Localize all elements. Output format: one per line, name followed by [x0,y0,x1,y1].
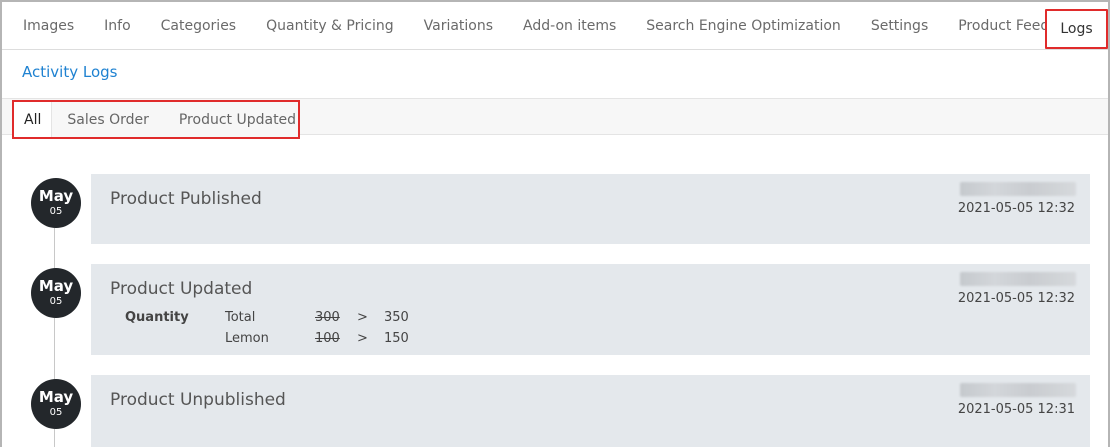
date-month: May [38,388,74,406]
date-badge: May 05 [31,178,81,228]
tab-add-on-items[interactable]: Add-on items [508,2,631,49]
date-month: May [38,277,74,295]
redacted-user-name [960,182,1076,196]
tab-logs[interactable]: Logs [1045,9,1108,49]
change-arrow: > [357,331,368,346]
change-old-value: 100 [315,331,340,346]
tab-variations[interactable]: Variations [409,2,508,49]
redacted-user-name [960,272,1076,286]
date-day: 05 [49,206,63,217]
change-old-value: 300 [315,310,340,325]
tab-images[interactable]: Images [8,2,89,49]
log-entry-card: Product Updated 2021-05-05 12:32 Quantit… [91,264,1090,355]
log-entry-timestamp: 2021-05-05 12:32 [957,291,1075,306]
date-month: May [38,187,74,205]
date-badge: May 05 [31,379,81,429]
filter-tab-all[interactable]: All [14,102,53,137]
tab-info[interactable]: Info [89,2,146,49]
product-tabs: Images Info Categories Quantity & Pricin… [2,2,1108,50]
log-entry-timestamp: 2021-05-05 12:31 [957,402,1075,417]
date-badge: May 05 [31,268,81,318]
redacted-user-name [960,383,1076,397]
change-field: Lemon [225,331,269,346]
filter-tab-product-updated[interactable]: Product Updated [164,102,311,137]
date-day: 05 [49,296,63,307]
tab-quantity-pricing[interactable]: Quantity & Pricing [251,2,409,49]
change-new-value: 350 [384,310,409,325]
log-filter-tabs: All Sales Order Product Updated [12,100,300,139]
filter-tab-sales-order[interactable]: Sales Order [52,102,164,137]
change-arrow: > [357,310,368,325]
log-entry-card: Product Unpublished 2021-05-05 12:31 [91,375,1090,447]
change-group-label: Quantity [125,310,189,325]
date-day: 05 [49,407,63,418]
log-entry-title: Product Updated [110,279,253,299]
log-entry-title: Product Published [110,189,262,209]
change-field: Total [225,310,256,325]
activity-logs-link[interactable]: Activity Logs [22,63,117,81]
change-new-value: 150 [384,331,409,346]
product-editor-frame: Images Info Categories Quantity & Pricin… [0,0,1110,447]
log-entry-title: Product Unpublished [110,390,286,410]
tab-settings[interactable]: Settings [856,2,943,49]
log-entry-card: Product Published 2021-05-05 12:32 [91,174,1090,244]
log-entry-timestamp: 2021-05-05 12:32 [957,201,1075,216]
tab-seo[interactable]: Search Engine Optimization [631,2,856,49]
tab-categories[interactable]: Categories [146,2,251,49]
